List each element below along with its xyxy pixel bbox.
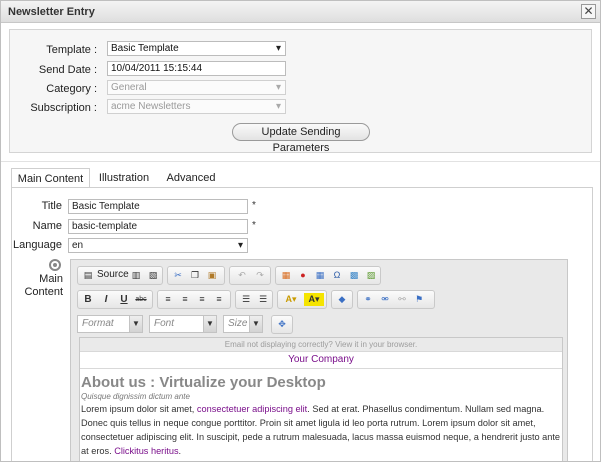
send-date-label: Send Date : xyxy=(38,64,97,76)
subscription-select[interactable]: acme Newsletters xyxy=(107,99,286,114)
main-content-label-line1: Main xyxy=(39,273,63,285)
title-input[interactable]: Basic Template xyxy=(68,199,248,214)
content-tabs: Main Content Illustration Advanced xyxy=(11,168,591,188)
remove-format-icon[interactable]: ◆ xyxy=(335,293,349,306)
rich-text-editor: ▤ Source ▥ ▧ ✂ ❐ ▣ ↶ ↷ ▦ ● ▦ Ω ▩ ▨ B I U… xyxy=(70,259,568,461)
send-date-input[interactable]: 10/04/2011 15:15:44 xyxy=(107,61,286,76)
toolbar-group-clipboard: ✂ ❐ ▣ xyxy=(167,266,225,285)
chevron-down-icon: ▼ xyxy=(249,316,262,332)
tab-illustration[interactable]: Illustration xyxy=(94,168,154,188)
toolbar-group-document: ▤ Source ▥ ▧ xyxy=(77,266,163,285)
company-name: Your Company xyxy=(288,354,354,365)
email-view-in-browser-note: Email not displaying correctly? View it … xyxy=(80,338,562,352)
link-icon[interactable]: ⚭ xyxy=(361,293,375,306)
send-date-row: Send Date : 10/04/2011 15:15:44 xyxy=(10,61,591,79)
tab-main-content[interactable]: Main Content xyxy=(11,168,90,188)
undo-icon[interactable]: ↶ xyxy=(235,269,249,282)
subscription-row: Subscription : acme Newsletters xyxy=(10,99,591,117)
chevron-down-icon: ▼ xyxy=(129,316,142,332)
format-select[interactable]: Format ▼ xyxy=(77,315,143,333)
main-content-label-line2: Content xyxy=(24,286,63,298)
italic-button[interactable]: I xyxy=(99,293,113,306)
paragraph-text: . xyxy=(178,446,182,456)
flash-icon[interactable]: ● xyxy=(296,269,310,282)
align-right-icon[interactable]: ≡ xyxy=(195,293,209,306)
numbered-list-icon[interactable]: ☰ xyxy=(239,293,253,306)
section-divider xyxy=(1,161,600,162)
align-justify-icon[interactable]: ≡ xyxy=(212,293,226,306)
update-sending-parameters-button[interactable]: Update Sending Parameters xyxy=(232,123,370,154)
bold-button[interactable]: B xyxy=(81,293,95,306)
align-center-icon[interactable]: ≡ xyxy=(178,293,192,306)
toolbar-group-align: ≡ ≡ ≡ ≡ xyxy=(157,290,231,309)
subscription-label: Subscription : xyxy=(30,102,97,114)
category-select[interactable]: General xyxy=(107,80,286,95)
unlink-icon[interactable]: ⚮ xyxy=(378,293,392,306)
templates-icon[interactable]: ▧ xyxy=(146,269,160,282)
toolbar-group-insert: ▦ ● ▦ Ω ▩ ▨ xyxy=(275,266,381,285)
content-paragraph: Lorem ipsum dolor sit amet, consectetuer… xyxy=(81,402,561,458)
cut-icon[interactable]: ✂ xyxy=(171,269,185,282)
toolbar-group-undo: ↶ ↷ xyxy=(229,266,271,285)
toolbar-group-removeformat: ◆ xyxy=(331,290,353,309)
special-char-icon[interactable]: Ω xyxy=(330,269,344,282)
size-select-label: Size xyxy=(228,318,248,329)
size-select[interactable]: Size ▼ xyxy=(223,315,263,333)
table-icon[interactable]: ▦ xyxy=(313,269,327,282)
template-label: Template : xyxy=(46,44,97,56)
image-icon[interactable]: ▦ xyxy=(279,269,293,282)
gear-icon[interactable] xyxy=(49,259,61,271)
language-label: Language xyxy=(13,239,62,251)
source-button-label[interactable]: Source xyxy=(97,269,129,280)
format-select-label: Format xyxy=(82,318,114,329)
toolbar-group-maximize: ✥ xyxy=(271,315,293,334)
editor-content-area[interactable]: Email not displaying correctly? View it … xyxy=(79,337,563,461)
language-select[interactable]: en xyxy=(68,238,248,253)
category-row: Category : General xyxy=(10,80,591,98)
sending-parameters-panel: Template : Basic Template Send Date : 10… xyxy=(9,29,592,154)
name-label: Name xyxy=(32,220,62,232)
paste-icon[interactable]: ▣ xyxy=(205,269,219,282)
toolbar-group-colors: A▾ A▾ xyxy=(277,290,327,309)
flag-icon[interactable]: ⚑ xyxy=(412,293,426,306)
window-title: Newsletter Entry xyxy=(8,6,95,18)
title-label: Title xyxy=(41,200,62,212)
source-icon[interactable]: ▤ xyxy=(81,269,95,282)
media-icon[interactable]: ▨ xyxy=(364,269,378,282)
content-heading: About us : Virtualize your Desktop xyxy=(81,374,326,391)
category-label: Category : xyxy=(46,83,97,95)
font-select[interactable]: Font ▼ xyxy=(149,315,217,333)
window-titlebar: Newsletter Entry ✕ xyxy=(1,1,600,23)
toolbar-group-links: ⚭ ⚮ ⚯ ⚑ xyxy=(357,290,435,309)
paragraph-text: Lorem ipsum dolor sit amet, xyxy=(81,404,197,414)
bullet-list-icon[interactable]: ☰ xyxy=(256,293,270,306)
maximize-icon[interactable]: ✥ xyxy=(275,318,289,331)
paragraph-link[interactable]: Clickitus heritus xyxy=(114,446,178,456)
paragraph-link[interactable]: consectetuer adipiscing elit xyxy=(197,404,307,414)
iframe-icon[interactable]: ▩ xyxy=(347,269,361,282)
template-select[interactable]: Basic Template xyxy=(107,41,286,56)
title-required-marker: * xyxy=(252,200,256,211)
align-left-icon[interactable]: ≡ xyxy=(161,293,175,306)
background-color-icon[interactable]: A▾ xyxy=(304,293,324,306)
tab-advanced[interactable]: Advanced xyxy=(161,168,221,188)
text-color-icon[interactable]: A▾ xyxy=(281,293,301,306)
newsletter-entry-window: Newsletter Entry ✕ Template : Basic Temp… xyxy=(0,0,601,462)
name-required-marker: * xyxy=(252,220,256,231)
preview-icon[interactable]: ▥ xyxy=(129,269,143,282)
redo-icon[interactable]: ↷ xyxy=(253,269,267,282)
template-row: Template : Basic Template xyxy=(10,41,591,59)
toolbar-group-basicstyles: B I U abc xyxy=(77,290,153,309)
font-select-label: Font xyxy=(154,318,175,329)
underline-button[interactable]: U xyxy=(117,293,131,306)
anchor-icon[interactable]: ⚯ xyxy=(395,293,409,306)
strikethrough-button[interactable]: abc xyxy=(134,293,148,306)
name-input[interactable]: basic-template xyxy=(68,219,248,234)
copy-icon[interactable]: ❐ xyxy=(188,269,202,282)
toolbar-group-lists: ☰ ☰ xyxy=(235,290,273,309)
close-icon[interactable]: ✕ xyxy=(581,4,596,19)
content-subtitle: Quisque dignissim dictum ante xyxy=(81,392,190,401)
chevron-down-icon: ▼ xyxy=(203,316,216,332)
content-divider xyxy=(80,368,562,369)
